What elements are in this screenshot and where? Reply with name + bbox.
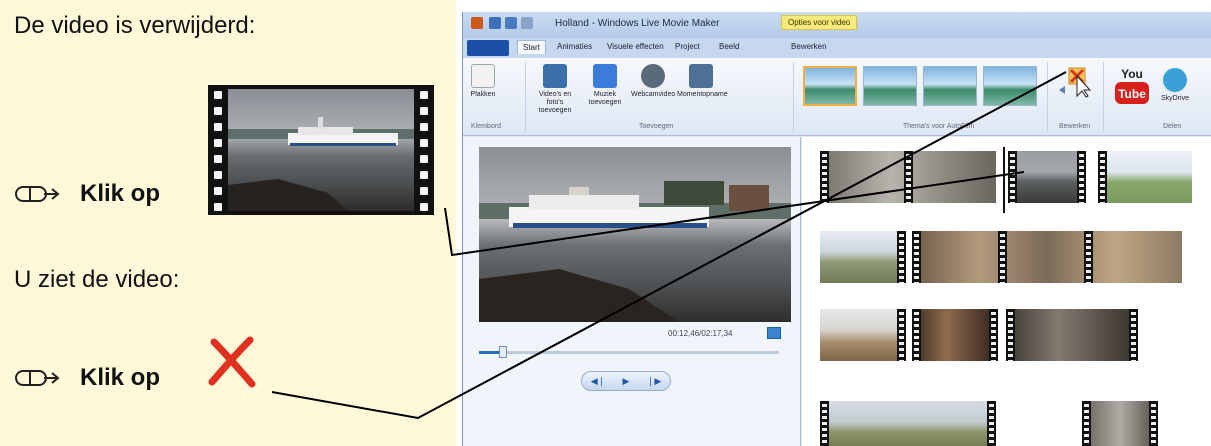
callout-lines: [271, 71, 1067, 420]
